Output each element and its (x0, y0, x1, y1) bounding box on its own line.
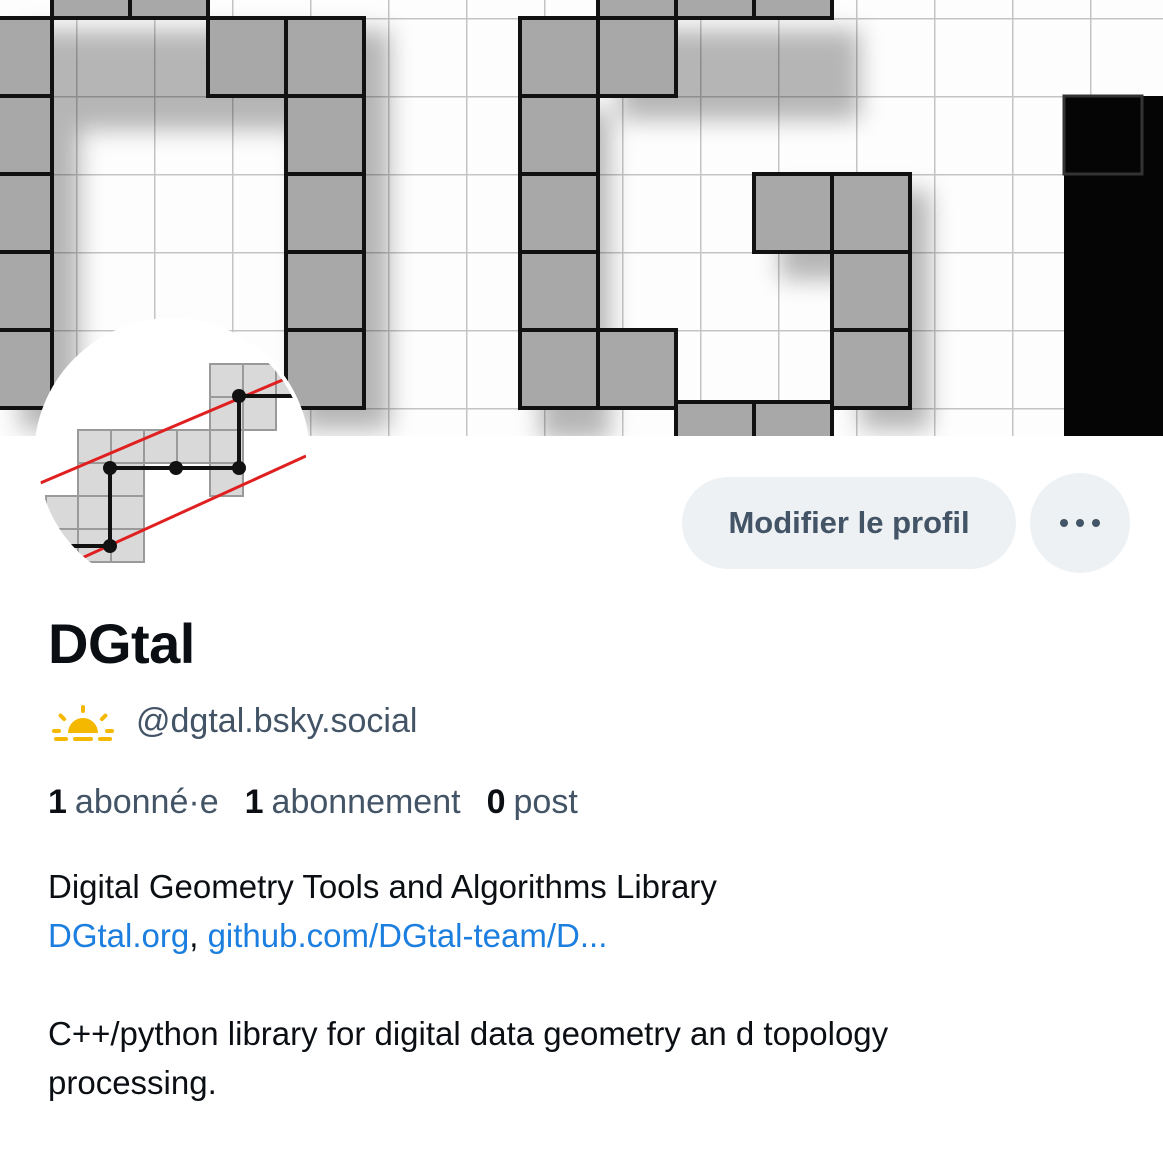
ellipsis-icon (1060, 519, 1068, 527)
followers-label: abonné·e (74, 783, 219, 821)
bio-line-4: processing. (48, 1064, 217, 1101)
bio-link-github[interactable]: github.com/DGtal-team/D... (208, 917, 608, 954)
following-label: abonnement (271, 783, 461, 821)
followers-stat[interactable]: 1 abonné·e (48, 780, 219, 824)
posts-stat: 0 post (487, 780, 578, 824)
more-options-button[interactable] (1030, 473, 1130, 573)
bio-line-1: Digital Geometry Tools and Algorithms Li… (48, 868, 717, 905)
bio-line-3: C++/python library for digital data geom… (48, 1015, 889, 1052)
display-name: DGtal (48, 612, 195, 675)
following-count: 1 (244, 783, 264, 821)
sunrise-icon (52, 705, 114, 741)
ellipsis-icon-dot (1092, 519, 1100, 527)
handle[interactable]: @dgtal.bsky.social (136, 702, 417, 741)
bio-link-separator: , (189, 917, 208, 954)
edit-profile-button[interactable]: Modifier le profil (682, 477, 1016, 569)
ellipsis-icon-dot (1076, 519, 1084, 527)
posts-label: post (513, 783, 578, 821)
bio-spacer (48, 960, 1128, 1009)
posts-count: 0 (486, 783, 506, 821)
handle-row: @dgtal.bsky.social (48, 697, 417, 745)
profile-stats: 1 abonné·e 1 abonnement 0 post (48, 780, 604, 824)
followers-count: 1 (48, 783, 67, 821)
bio-link-website[interactable]: DGtal.org (48, 917, 189, 954)
profile-bio: Digital Geometry Tools and Algorithms Li… (48, 862, 1128, 1107)
avatar[interactable] (34, 318, 310, 594)
following-stat[interactable]: 1 abonnement (245, 780, 461, 824)
avatar-digital-line-image (38, 322, 306, 590)
bio-links-line: DGtal.org, github.com/DGtal-team/D... (48, 911, 1128, 960)
